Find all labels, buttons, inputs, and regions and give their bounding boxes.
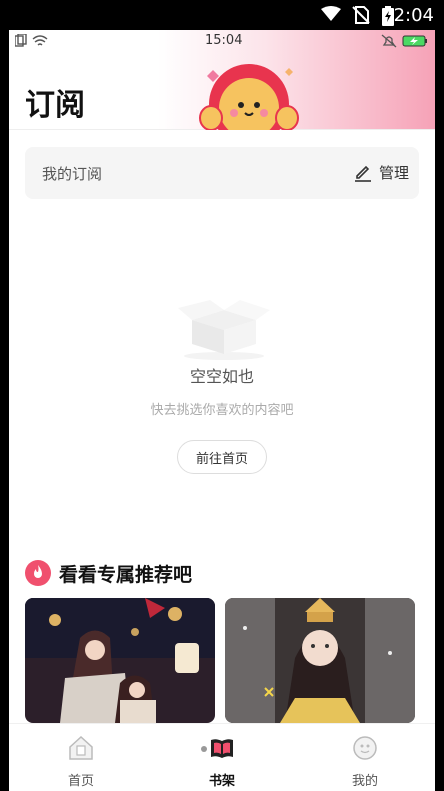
inner-status-bar: 15:04	[9, 30, 435, 52]
system-status-bar: 2:04	[0, 0, 444, 30]
system-clock: 2:04	[393, 5, 434, 26]
go-to-home-button[interactable]: 前往首页	[177, 440, 267, 474]
tab-mine[interactable]: 我的	[315, 730, 415, 789]
page-header: 15:04 订阅	[9, 30, 435, 130]
bookshelf-icon	[211, 739, 233, 758]
empty-box-illustration	[178, 300, 270, 360]
battery-charging-icon	[382, 6, 394, 26]
recommend-title: 看看专属推荐吧	[59, 563, 193, 586]
wifi-icon	[321, 6, 341, 21]
status-right-icons	[381, 34, 427, 48]
home-icon	[69, 735, 93, 760]
no-sim-icon	[352, 6, 370, 24]
tab-bookshelf[interactable]: 书架	[172, 730, 272, 789]
profile-icon	[353, 736, 377, 760]
page-title: 订阅	[25, 88, 85, 123]
tab-home-label: 首页	[67, 774, 94, 789]
mascot-illustration	[199, 64, 299, 130]
tab-home[interactable]: 首页	[31, 730, 131, 789]
empty-state-subtitle: 快去挑选你喜欢的内容吧	[150, 403, 294, 418]
manage-button[interactable]: 管理	[353, 159, 409, 185]
app-screen: 15:04 订阅 我的订阅 管理 空空如也 快去挑选你喜欢的内容吧 前往首页 看…	[9, 30, 435, 791]
recommend-header: 看看专属推荐吧	[25, 558, 192, 588]
empty-state-title: 空空如也	[189, 367, 254, 386]
tab-mine-label: 我的	[351, 774, 378, 789]
manage-label: 管理	[378, 163, 409, 182]
tab-bookshelf-label: 书架	[208, 774, 235, 789]
bottom-tab-bar: 首页 书架 我的	[9, 723, 435, 791]
my-subscriptions-label: 我的订阅	[42, 165, 103, 183]
my-subscriptions-bar: 我的订阅 管理	[25, 147, 419, 199]
recommended-book-cover-2[interactable]	[225, 598, 415, 723]
edit-pencil-icon	[354, 165, 371, 182]
inner-clock: 15:04	[205, 33, 243, 48]
flame-icon	[25, 560, 51, 586]
status-left-icons	[15, 34, 48, 47]
recommended-book-cover-1[interactable]	[25, 598, 215, 723]
active-tab-indicator-dot	[201, 746, 207, 752]
